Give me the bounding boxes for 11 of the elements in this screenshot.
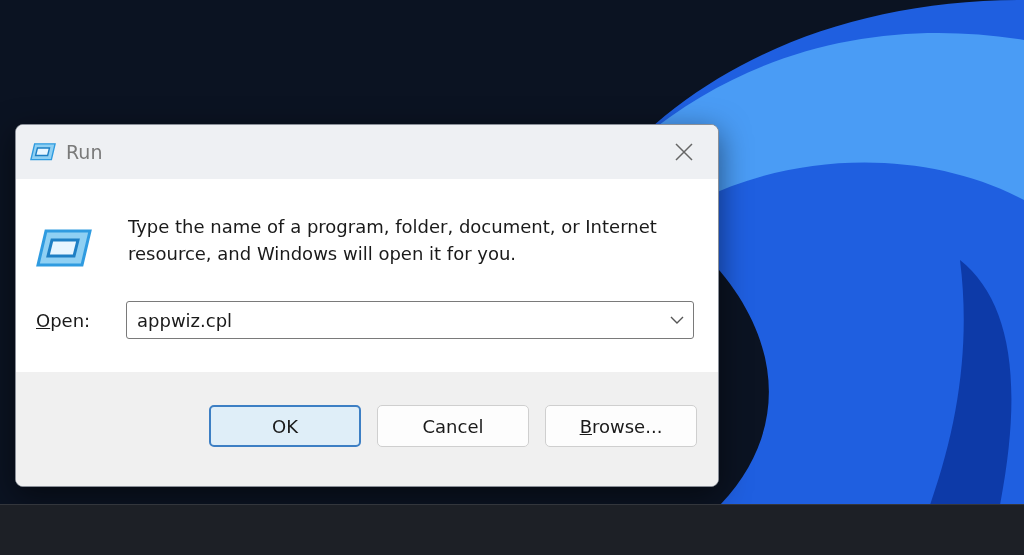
close-icon — [675, 143, 693, 161]
run-icon — [30, 142, 56, 162]
window-title: Run — [66, 141, 104, 163]
open-label: Open: — [36, 309, 92, 331]
dialog-button[interactable]: OK — [209, 405, 361, 447]
dialog-button[interactable]: Cancel — [377, 405, 529, 447]
run-icon — [36, 227, 92, 269]
dropdown-caret-icon[interactable] — [670, 316, 684, 324]
instruction-text: Type the name of a program, folder, document, or Internet resource, and Windows will open it for you. — [128, 215, 658, 266]
open-input-field[interactable]: appwiz.cpl — [126, 301, 694, 339]
dialog-button[interactable]: Browse... — [545, 405, 697, 447]
